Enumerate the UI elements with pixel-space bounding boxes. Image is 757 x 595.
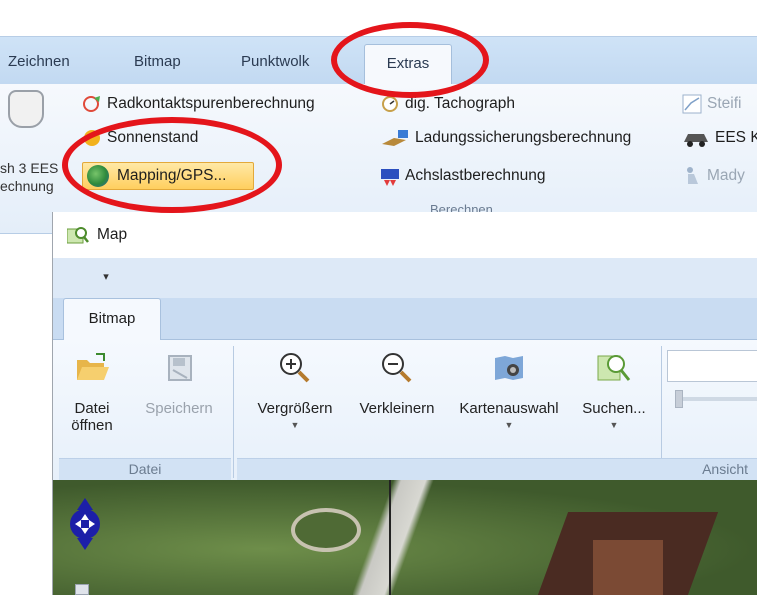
annotation-ellipse-extras <box>331 22 489 98</box>
building-roof-2 <box>593 540 663 595</box>
achslast-label: Achslastberechnung <box>405 167 546 184</box>
zoom-in-icon <box>277 350 313 386</box>
map-window-titlebar: Map <box>53 212 757 258</box>
map-select-icon <box>491 350 527 386</box>
axle-load-icon <box>380 166 400 186</box>
tab-zeichnen[interactable]: Zeichnen <box>8 53 70 70</box>
wheel-track-icon <box>82 94 102 114</box>
map-ribbon-tabbar: Bitmap <box>53 298 757 341</box>
group-separator <box>233 346 234 478</box>
crash-ees-button[interactable]: sh 3 EES echnung <box>0 84 70 204</box>
map-select-dropdown-icon: ▼ <box>504 420 514 430</box>
radkontakt-button[interactable]: Radkontaktspurenberechnung <box>82 94 315 114</box>
map-view[interactable] <box>53 480 757 595</box>
stiffness-chart-icon <box>682 94 702 114</box>
open-file-label-2: öffnen <box>71 417 113 434</box>
zoom-in-label: Vergrößern <box>257 400 333 417</box>
map-select-label: Kartenauswahl <box>459 400 559 417</box>
map-app-icon <box>66 225 89 245</box>
steifigkeit-label: Steifi <box>707 95 742 112</box>
search-dropdown-icon: ▼ <box>609 420 619 430</box>
annotation-ellipse-mapping <box>62 117 282 213</box>
ladungssicherung-label: Ladungssicherungsberechnung <box>415 129 632 146</box>
tachograph-label: dig. Tachograph <box>405 95 516 112</box>
ees-car-icon <box>682 128 710 148</box>
map-select-button[interactable]: Kartenauswahl ▼ <box>449 350 569 430</box>
search-button[interactable]: Suchen... ▼ <box>571 350 657 430</box>
map-window-title: Map <box>97 226 128 243</box>
crash-ees-label-1: sh 3 EES <box>0 160 59 176</box>
opacity-slider-thumb[interactable] <box>675 390 683 408</box>
dummy-icon <box>682 166 702 186</box>
open-file-button[interactable]: Datei öffnen <box>63 350 121 434</box>
ees-catalog-label: EES K <box>715 129 757 146</box>
ladungssicherung-button[interactable]: Ladungssicherungsberechnung <box>380 128 631 148</box>
open-file-label-1: Datei <box>74 400 110 417</box>
radkontakt-label: Radkontaktspurenberechnung <box>107 95 315 112</box>
zoom-out-icon <box>379 350 415 386</box>
zoom-out-button[interactable]: Verkleinern <box>347 350 447 417</box>
crash-car-icon <box>8 90 44 128</box>
zoom-in-button[interactable]: Vergrößern ▼ <box>243 350 347 430</box>
map-ribbon-panel: Datei öffnen Speichern Datei Vergrößern … <box>53 340 757 480</box>
map-grid-line <box>389 480 391 595</box>
achslast-button[interactable]: Achslastberechnung <box>380 166 545 186</box>
search-map-icon <box>596 350 632 386</box>
ees-catalog-button[interactable]: EES K <box>682 128 757 148</box>
crash-ees-label-2: echnung <box>0 178 54 194</box>
pan-control[interactable] <box>67 492 107 554</box>
zoom-out-label: Verkleinern <box>359 400 435 417</box>
tab-map-bitmap[interactable]: Bitmap <box>63 298 161 341</box>
folder-open-icon <box>74 350 110 386</box>
road-area <box>353 480 473 595</box>
qat-customize-button[interactable]: ▾ <box>99 268 113 286</box>
madymo-button[interactable]: Mady <box>682 166 745 186</box>
madymo-label: Mady <box>707 167 745 184</box>
roundabout-area <box>291 508 361 552</box>
save-label: Speichern <box>145 400 213 417</box>
save-disk-icon <box>161 350 197 386</box>
datei-group-label: Datei <box>59 458 231 480</box>
tab-bitmap[interactable]: Bitmap <box>134 53 181 70</box>
coordinate-input[interactable] <box>667 350 757 382</box>
save-button[interactable]: Speichern <box>133 350 225 417</box>
search-label: Suchen... <box>582 400 646 417</box>
cargo-icon <box>380 128 410 148</box>
opacity-slider-track[interactable] <box>679 397 757 401</box>
steifigkeit-button[interactable]: Steifi <box>682 94 741 114</box>
quick-access-toolbar: ▾ <box>53 258 757 298</box>
map-window: Map ▾ Bitmap Datei öffnen Speichern Date… <box>52 212 757 595</box>
ansicht-group-label: Ansicht <box>237 458 757 480</box>
zoom-level-indicator[interactable] <box>75 584 89 595</box>
tab-punktwolke[interactable]: Punktwolk <box>241 53 309 70</box>
zoom-in-dropdown-icon: ▼ <box>290 420 300 430</box>
